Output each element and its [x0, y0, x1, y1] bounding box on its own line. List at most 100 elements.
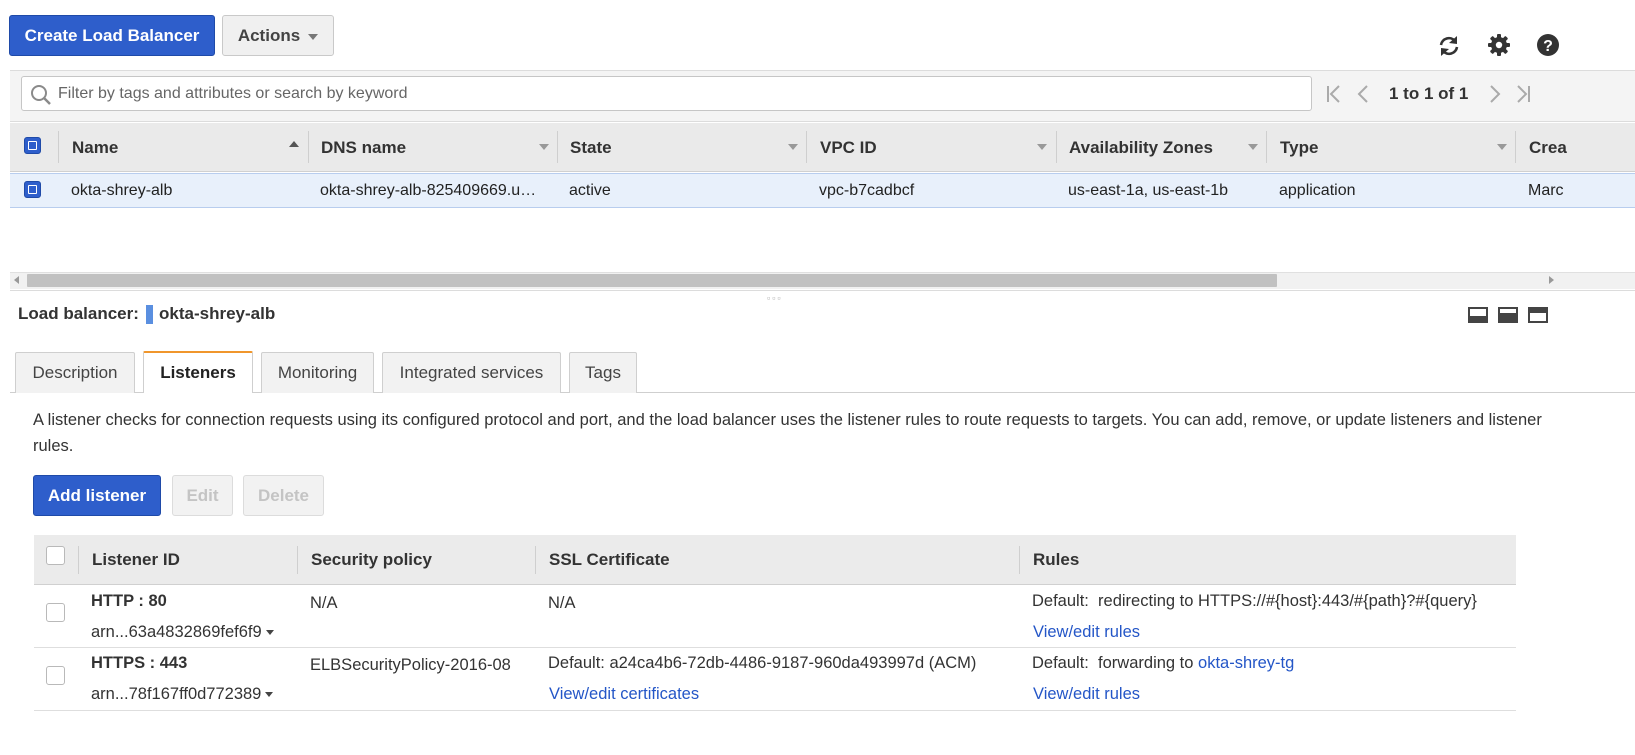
pane-minimize-icon[interactable]: [1468, 307, 1488, 323]
cell-created: Marc: [1528, 181, 1564, 199]
pagination-text: 1 to 1 of 1: [1389, 84, 1469, 103]
column-separator: [1056, 131, 1057, 163]
splitter-handle-icon[interactable]: ▫▫▫: [767, 293, 783, 303]
listeners-table-header: [34, 535, 1516, 585]
column-separator: [78, 546, 79, 574]
sort-ascending-icon[interactable]: [289, 141, 299, 147]
column-separator: [297, 546, 298, 574]
tab-description[interactable]: Description: [15, 352, 135, 393]
column-header-dns-name[interactable]: DNS name: [321, 123, 406, 172]
listener-arn-dropdown[interactable]: arn...78f167ff0d772389: [91, 685, 274, 704]
column-separator: [1515, 131, 1516, 163]
listener-rule-default: Default: redirecting to HTTPS://#{host}:…: [1032, 592, 1477, 611]
create-load-balancer-button[interactable]: Create Load Balancer: [9, 15, 215, 56]
listeners-select-all-checkbox[interactable]: [46, 546, 65, 565]
search-box[interactable]: [21, 76, 1312, 111]
cell-dns-name: okta-shrey-alb-825409669.u…: [320, 181, 537, 199]
scrollbar-thumb[interactable]: [27, 274, 1277, 287]
add-listener-button[interactable]: Add listener: [33, 475, 161, 516]
view-edit-rules-link[interactable]: View/edit rules: [1033, 685, 1140, 704]
tab-bar-line: [10, 392, 1635, 393]
listener-arn-dropdown[interactable]: arn...63a4832869fef6f9: [91, 623, 274, 642]
listener-protocol: HTTP : 80: [91, 592, 167, 610]
gear-icon[interactable]: [1486, 32, 1512, 58]
rule-prefix: Default:: [1032, 592, 1089, 610]
view-edit-rules-link[interactable]: View/edit rules: [1033, 623, 1140, 642]
chevron-down-icon: [308, 33, 319, 40]
column-header-security-policy: Security policy: [311, 550, 432, 569]
listener-rule-default: Default: forwarding to okta-shrey-tg: [1032, 654, 1294, 673]
column-separator: [1019, 546, 1020, 574]
help-icon[interactable]: ?: [1535, 32, 1561, 58]
sort-caret-icon[interactable]: [1497, 144, 1507, 150]
row-divider: [34, 647, 1516, 648]
cell-name: okta-shrey-alb: [71, 181, 173, 199]
svg-text:?: ?: [1543, 38, 1553, 55]
listener-row-checkbox[interactable]: [46, 603, 65, 622]
column-header-availability-zones[interactable]: Availability Zones: [1069, 123, 1213, 172]
pane-restore-icon[interactable]: [1498, 307, 1518, 323]
sort-caret-icon[interactable]: [1248, 144, 1258, 150]
actions-label: Actions: [237, 25, 301, 45]
column-separator: [58, 131, 59, 163]
column-header-type[interactable]: Type: [1280, 123, 1318, 172]
listener-arn: arn...78f167ff0d772389: [91, 685, 262, 703]
scroll-left-icon[interactable]: [14, 276, 19, 284]
load-balancer-name: okta-shrey-alb: [159, 304, 276, 323]
previous-page-icon[interactable]: [1356, 84, 1370, 108]
selection-marker: [146, 305, 153, 324]
listeners-description: A listener checks for connection request…: [33, 411, 1542, 455]
scroll-right-icon[interactable]: [1549, 276, 1554, 284]
refresh-icon[interactable]: [1436, 33, 1462, 59]
listener-ssl-certificate: N/A: [548, 594, 576, 612]
listener-ssl-certificate: Default: a24ca4b6-72db-4486-9187-960da49…: [548, 654, 977, 672]
listener-security-policy: ELBSecurityPolicy-2016-08: [310, 656, 511, 674]
select-all-checkbox[interactable]: [24, 137, 41, 154]
view-edit-certificates-link[interactable]: View/edit certificates: [549, 685, 699, 704]
delete-button[interactable]: Delete: [243, 475, 324, 516]
listener-row-checkbox[interactable]: [46, 666, 65, 685]
load-balancer-label: Load balancer:: [18, 304, 139, 323]
first-page-icon[interactable]: [1325, 84, 1343, 108]
listener-protocol: HTTPS : 443: [91, 654, 188, 672]
column-separator: [557, 131, 558, 163]
cell-type: application: [1279, 181, 1356, 199]
listener-security-policy: N/A: [310, 594, 338, 612]
rule-text: redirecting to HTTPS://#{host}:443/#{pat…: [1098, 592, 1477, 610]
tab-listeners[interactable]: Listeners: [143, 351, 253, 393]
chevron-down-icon: [265, 692, 274, 698]
column-header-ssl-certificate: SSL Certificate: [549, 550, 670, 569]
sort-caret-icon[interactable]: [539, 144, 549, 150]
column-header-state[interactable]: State: [570, 123, 612, 172]
column-header-rules: Rules: [1033, 550, 1080, 569]
pane-maximize-icon[interactable]: [1528, 307, 1548, 323]
search-input[interactable]: [58, 77, 1298, 110]
row-divider: [34, 710, 1516, 711]
column-separator: [535, 546, 536, 574]
tab-monitoring[interactable]: Monitoring: [261, 352, 374, 393]
cell-vpc-id: vpc-b7cadbcf: [819, 181, 915, 199]
column-header-created[interactable]: Crea: [1529, 123, 1635, 172]
column-separator: [308, 131, 309, 163]
column-separator: [1266, 131, 1267, 163]
target-group-link[interactable]: okta-shrey-tg: [1198, 654, 1294, 672]
cell-availability-zones: us-east-1a, us-east-1b: [1068, 181, 1229, 199]
rule-text: forwarding to: [1098, 654, 1194, 672]
sort-caret-icon[interactable]: [1037, 144, 1047, 150]
cell-state: active: [569, 181, 611, 199]
next-page-icon[interactable]: [1488, 84, 1502, 108]
tab-integrated-services[interactable]: Integrated services: [382, 352, 561, 393]
last-page-icon[interactable]: [1514, 84, 1532, 108]
edit-button[interactable]: Edit: [172, 475, 233, 516]
column-separator: [806, 131, 807, 163]
listener-arn: arn...63a4832869fef6f9: [91, 623, 262, 641]
tab-tags[interactable]: Tags: [569, 352, 637, 393]
sort-caret-icon[interactable]: [788, 144, 798, 150]
rule-prefix: Default:: [1032, 654, 1089, 672]
pane-splitter[interactable]: [10, 290, 1635, 298]
column-header-name[interactable]: Name: [72, 123, 118, 172]
row-checkbox[interactable]: [24, 181, 41, 198]
actions-dropdown-button[interactable]: Actions: [222, 15, 334, 56]
column-header-vpc-id[interactable]: VPC ID: [820, 123, 877, 172]
chevron-down-icon: [265, 630, 274, 636]
